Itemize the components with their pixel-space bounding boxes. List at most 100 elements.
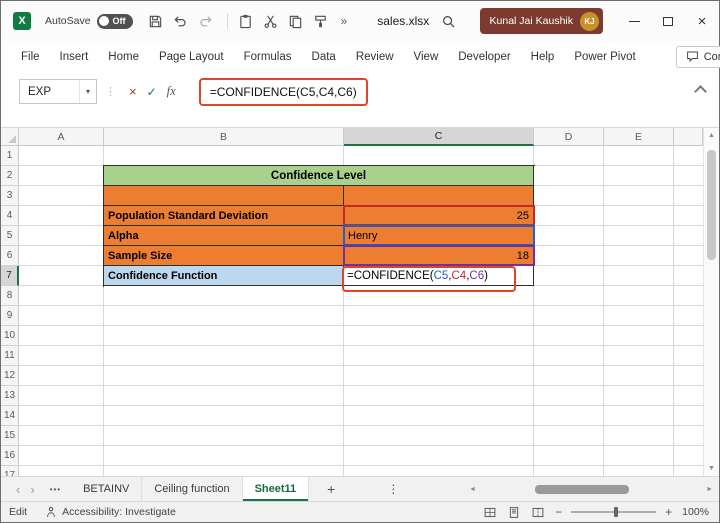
cell-b5[interactable]: Alpha (104, 226, 344, 246)
account-button[interactable]: Kunal Jai Kaushik KJ (479, 8, 603, 34)
zoom-out-button[interactable]: − (555, 505, 562, 519)
vertical-scroll-thumb[interactable] (707, 150, 716, 260)
column-header-a[interactable]: A (19, 128, 104, 146)
row-header-2[interactable]: 2 (1, 166, 19, 186)
cell-c3[interactable] (344, 186, 534, 206)
collapse-formula-bar-icon[interactable] (694, 85, 707, 98)
copy-icon[interactable] (285, 9, 307, 33)
scroll-left-icon[interactable]: ◄ (465, 486, 480, 493)
cell-b6[interactable]: Sample Size (104, 246, 344, 266)
ribbon-tab-home[interactable]: Home (108, 51, 139, 63)
cell-b2-title[interactable]: Confidence Level (104, 166, 534, 186)
cell-c4[interactable]: 25 (344, 206, 534, 226)
name-box[interactable]: EXP ▾ (19, 79, 97, 104)
add-sheet-button[interactable]: + (327, 481, 335, 497)
cell-b7[interactable]: Confidence Function (104, 266, 344, 286)
ribbon-tab-review[interactable]: Review (356, 51, 394, 63)
row-header-7[interactable]: 7 (1, 266, 19, 286)
maximize-button[interactable] (651, 1, 685, 41)
ribbon-tab-developer[interactable]: Developer (458, 51, 510, 63)
autosave-switch[interactable]: Off (96, 13, 133, 29)
sheet-canvas[interactable]: Confidence Level Population Standard Dev… (19, 146, 703, 476)
row-header-9[interactable]: 9 (1, 306, 19, 326)
cell-c6[interactable]: 18 (344, 246, 534, 266)
ribbon-tab-view[interactable]: View (414, 51, 439, 63)
zoom-slider[interactable] (571, 507, 657, 517)
column-header-e[interactable]: E (604, 128, 674, 146)
row-header-8[interactable]: 8 (1, 286, 19, 306)
zoom-level[interactable]: 100% (682, 506, 709, 518)
row-header-14[interactable]: 14 (1, 406, 19, 426)
page-layout-view-button[interactable] (507, 506, 521, 519)
horizontal-scrollbar[interactable]: ◄ ► (465, 477, 717, 501)
cut-icon[interactable] (260, 9, 282, 33)
page-break-view-button[interactable] (531, 506, 545, 519)
workbook-title[interactable]: sales.xlsx (377, 14, 429, 28)
select-all-corner[interactable] (1, 128, 19, 146)
save-button[interactable] (145, 9, 167, 33)
comments-button[interactable]: Comments (675, 45, 720, 68)
sheet-tab-ceiling-function[interactable]: Ceiling function (142, 477, 243, 501)
formula-bar: EXP ▾ ⋮ × ✓ fx =CONFIDENCE(C5,C4,C6) (1, 72, 719, 111)
search-icon[interactable] (441, 14, 456, 29)
confirm-entry-button[interactable]: ✓ (147, 85, 157, 99)
formula-bar-resize-handle[interactable]: ⋮ (105, 85, 116, 98)
row-header-15[interactable]: 15 (1, 426, 19, 446)
zoom-in-button[interactable]: + (665, 505, 672, 519)
cell-b4[interactable]: Population Standard Deviation (104, 206, 344, 226)
sheet-tab-betainv[interactable]: BETAINV (71, 477, 143, 501)
column-header-c[interactable]: C (344, 128, 534, 146)
scroll-up-icon[interactable]: ▲ (704, 128, 719, 143)
ribbon-tab-insert[interactable]: Insert (60, 51, 89, 63)
close-button[interactable]: × (685, 1, 719, 41)
ribbon-tab-page-layout[interactable]: Page Layout (159, 51, 224, 63)
scroll-down-icon[interactable]: ▼ (704, 461, 719, 476)
accessibility-status[interactable]: Accessibility: Investigate (45, 506, 176, 518)
horizontal-scroll-track[interactable] (480, 484, 702, 495)
vertical-scrollbar[interactable]: ▲ ▼ (703, 128, 719, 476)
ribbon-tab-formulas[interactable]: Formulas (244, 51, 292, 63)
sheet-nav-right-icon[interactable]: › (25, 482, 39, 497)
ribbon-tab-power-pivot[interactable]: Power Pivot (574, 51, 635, 63)
zoom-slider-knob[interactable] (613, 507, 618, 517)
row-header-3[interactable]: 3 (1, 186, 19, 206)
row-header-4[interactable]: 4 (1, 206, 19, 226)
row-header-16[interactable]: 16 (1, 446, 19, 466)
minimize-button[interactable] (617, 1, 651, 41)
column-header-b[interactable]: B (104, 128, 344, 146)
cell-c7-active[interactable]: =CONFIDENCE( C5 , C4 , C6 ) (344, 266, 534, 286)
row-header-1[interactable]: 1 (1, 146, 19, 166)
sheet-list-button[interactable]: ••• (50, 485, 61, 494)
cell-c5[interactable]: Henry (344, 226, 534, 246)
name-box-dropdown-icon[interactable]: ▾ (79, 80, 96, 103)
sheet-options-button[interactable]: ⋮ (387, 482, 399, 496)
ribbon-tab-help[interactable]: Help (531, 51, 555, 63)
cancel-entry-button[interactable]: × (129, 84, 137, 99)
row-header-13[interactable]: 13 (1, 386, 19, 406)
ribbon-tab-data[interactable]: Data (312, 51, 336, 63)
row-header-10[interactable]: 10 (1, 326, 19, 346)
format-painter-icon[interactable] (310, 9, 332, 33)
row-header-11[interactable]: 11 (1, 346, 19, 366)
normal-view-button[interactable] (483, 506, 497, 519)
formula-input[interactable]: =CONFIDENCE(C5,C4,C6) (210, 85, 357, 99)
name-box-value: EXP (28, 85, 52, 98)
row-header-6[interactable]: 6 (1, 246, 19, 266)
column-header-d[interactable]: D (534, 128, 604, 146)
sheet-tab-sheet11[interactable]: Sheet11 (242, 477, 310, 501)
cell-b3[interactable] (104, 186, 344, 206)
undo-button[interactable] (170, 9, 192, 33)
row-header-5[interactable]: 5 (1, 226, 19, 246)
row-header-17[interactable]: 17 (1, 466, 19, 476)
autosave-toggle[interactable]: AutoSave Off (45, 13, 133, 29)
ribbon-tab-file[interactable]: File (21, 51, 40, 63)
row-header-12[interactable]: 12 (1, 366, 19, 386)
sheet-nav-left-icon[interactable]: ‹ (11, 482, 25, 497)
paste-icon[interactable] (235, 9, 257, 33)
redo-button[interactable] (195, 9, 217, 33)
horizontal-scroll-thumb[interactable] (535, 484, 629, 494)
toolbar-overflow-button[interactable]: » (341, 14, 348, 28)
user-name: Kunal Jai Kaushik (489, 15, 573, 27)
scroll-right-icon[interactable]: ► (702, 486, 717, 493)
insert-function-button[interactable]: fx (167, 84, 176, 99)
